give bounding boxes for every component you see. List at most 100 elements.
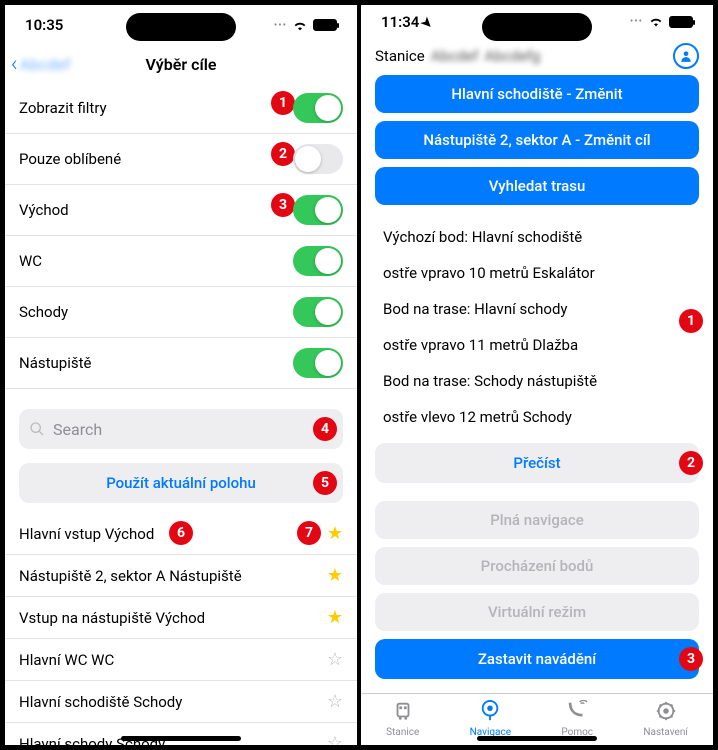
toggle[interactable] <box>293 144 343 174</box>
annotation-badge: 4 <box>313 417 337 441</box>
tab-pomoc[interactable]: Pomoc <box>561 700 593 738</box>
disabled-mode-buttons: Plná navigace Procházení bodů Virtuální re… <box>375 501 699 631</box>
status-time: 11:34➤ <box>381 13 432 31</box>
route-step: ostře vlevo 12 metrů Schody <box>375 399 699 435</box>
read-button-wrap: Přečíst 2 <box>375 443 699 483</box>
target-label: Hlavní WC WC <box>19 651 327 669</box>
target-row[interactable]: Hlavní WC WC☆ <box>5 639 357 681</box>
nav-action-button[interactable]: Vyhledat trasu <box>375 167 699 205</box>
target-row[interactable]: Hlavní schodiště Schody☆ <box>5 681 357 723</box>
target-row[interactable]: Nástupiště 2, sektor A Nástupiště★ <box>5 555 357 597</box>
wifi-icon <box>292 16 308 35</box>
notch <box>482 13 592 41</box>
filter-label: Pouze oblíbené <box>19 150 293 168</box>
filter-label: Východ <box>19 201 293 219</box>
favorite-star-icon[interactable]: ☆ <box>327 649 343 670</box>
mode-button-disabled: Virtuální režim <box>375 593 699 631</box>
nav-action-button[interactable]: Nástupiště 2, sektor A - Změnit cíl <box>375 121 699 159</box>
tab-label: Stanice <box>386 727 419 738</box>
favorite-star-icon[interactable]: ★ <box>327 607 343 628</box>
annotation-badge: 2 <box>271 142 295 166</box>
action-buttons: Hlavní schodiště - Změnit Nástupiště 2, s… <box>361 75 713 205</box>
filter-label: Schody <box>19 303 293 321</box>
wifi-icon <box>648 12 664 31</box>
filter-label: Nástupiště <box>19 354 293 372</box>
read-button[interactable]: Přečíst <box>375 443 699 483</box>
target-label: Vstup na nástupiště Východ <box>19 609 327 627</box>
route-step: Bod na trase: Hlavní schody <box>375 291 699 327</box>
chevron-left-icon: ‹ <box>11 52 18 77</box>
status-bar: 11:34➤ ••• <box>361 5 713 39</box>
back-button[interactable]: ‹ Abcdef <box>11 52 70 77</box>
location-arrow-icon: ➤ <box>418 14 436 32</box>
station-header: Stanice Abcdef Abcdefg <box>361 39 713 75</box>
favorite-star-icon[interactable]: ★ <box>327 523 343 544</box>
battery-icon <box>313 19 337 31</box>
target-row[interactable]: Vstup na nástupiště Východ★ <box>5 597 357 639</box>
annotation-badge: 7 <box>297 521 321 545</box>
station-label: Stanice Abcdef Abcdefg <box>375 47 540 65</box>
annotation-badge: 5 <box>313 471 337 495</box>
status-time: 10:35 <box>25 16 63 34</box>
route-steps: Výchozí bod: Hlavní schodištěostře vprav… <box>375 219 699 435</box>
toggle[interactable] <box>293 93 343 123</box>
route-step: Výchozí bod: Hlavní schodiště <box>375 219 699 255</box>
home-indicator[interactable] <box>121 736 241 741</box>
annotation-badge: 6 <box>169 521 193 545</box>
tab-icon <box>654 700 678 725</box>
use-current-location-button[interactable]: Použít aktuální polohu5 <box>19 463 343 503</box>
toggle[interactable] <box>293 297 343 327</box>
filter-row: Pouze oblíbené2 <box>5 134 357 185</box>
cellular-dots-icon: ••• <box>630 16 643 27</box>
left-phone: 10:35 ••• ‹ Abcdef Výběr cíle Zobrazit f… <box>3 3 359 747</box>
right-phone: 11:34➤ ••• Stanice Abcdef Abcdefg Hlavní… <box>359 3 715 747</box>
notch <box>126 13 236 41</box>
nav-header: ‹ Abcdef Výběr cíle <box>5 45 357 83</box>
tab-stanice[interactable]: Stanice <box>386 700 419 738</box>
toggle[interactable] <box>293 246 343 276</box>
nav-action-button[interactable]: Hlavní schodiště - Změnit <box>375 75 699 113</box>
stop-button-wrap: Zastavit navádění 3 <box>375 639 699 679</box>
annotation-badge: 3 <box>271 193 295 217</box>
page-title: Výběr cíle <box>146 55 217 74</box>
route-step: Bod na trase: Schody nástupiště <box>375 363 699 399</box>
target-row[interactable]: Hlavní schody Schody☆ <box>5 723 357 745</box>
route-step: ostře vpravo 11 metrů Dlažba <box>375 327 699 363</box>
route-step: ostře vpravo 10 metrů Eskalátor <box>375 255 699 291</box>
tab-navigace[interactable]: Navigace <box>470 700 511 738</box>
search-input[interactable]: Search 4 <box>19 409 343 449</box>
favorite-star-icon[interactable]: ☆ <box>327 691 343 712</box>
filter-row: Východ3 <box>5 185 357 236</box>
tab-label: Nastavení <box>643 727 687 738</box>
home-indicator[interactable] <box>477 736 597 741</box>
mode-button-disabled: Procházení bodů <box>375 547 699 585</box>
tab-icon <box>391 700 415 725</box>
stop-navigation-button[interactable]: Zastavit navádění <box>375 639 699 679</box>
favorite-star-icon[interactable]: ★ <box>327 565 343 586</box>
filter-label: Zobrazit filtry <box>19 99 293 117</box>
target-row[interactable]: Hlavní vstup Východ67★ <box>5 513 357 555</box>
target-label: Nástupiště 2, sektor A Nástupiště <box>19 567 327 585</box>
search-placeholder: Search <box>53 420 102 439</box>
battery-icon <box>669 16 693 28</box>
annotation-badge: 1 <box>679 309 703 333</box>
toggle[interactable] <box>293 195 343 225</box>
annotation-badge: 3 <box>679 647 703 671</box>
route-body: Výchozí bod: Hlavní schodištěostře vprav… <box>361 205 713 693</box>
mode-button-disabled: Plná navigace <box>375 501 699 539</box>
back-label: Abcdef <box>20 55 71 74</box>
search-icon <box>29 421 45 437</box>
station-sub-blurred: Abcdefg <box>484 47 540 65</box>
profile-button[interactable] <box>673 43 699 69</box>
favorite-star-icon[interactable]: ☆ <box>327 733 343 745</box>
filter-row: WC <box>5 236 357 287</box>
status-icons: ••• <box>274 16 337 35</box>
toggle[interactable] <box>293 348 343 378</box>
tab-icon <box>565 700 589 725</box>
station-name-blurred: Abcdef <box>431 47 479 65</box>
filter-row: Schody <box>5 287 357 338</box>
target-label: Hlavní schodiště Schody <box>19 693 327 711</box>
status-icons: ••• <box>630 12 693 31</box>
tab-nastavení[interactable]: Nastavení <box>643 700 687 738</box>
status-bar: 10:35 ••• <box>5 5 357 45</box>
